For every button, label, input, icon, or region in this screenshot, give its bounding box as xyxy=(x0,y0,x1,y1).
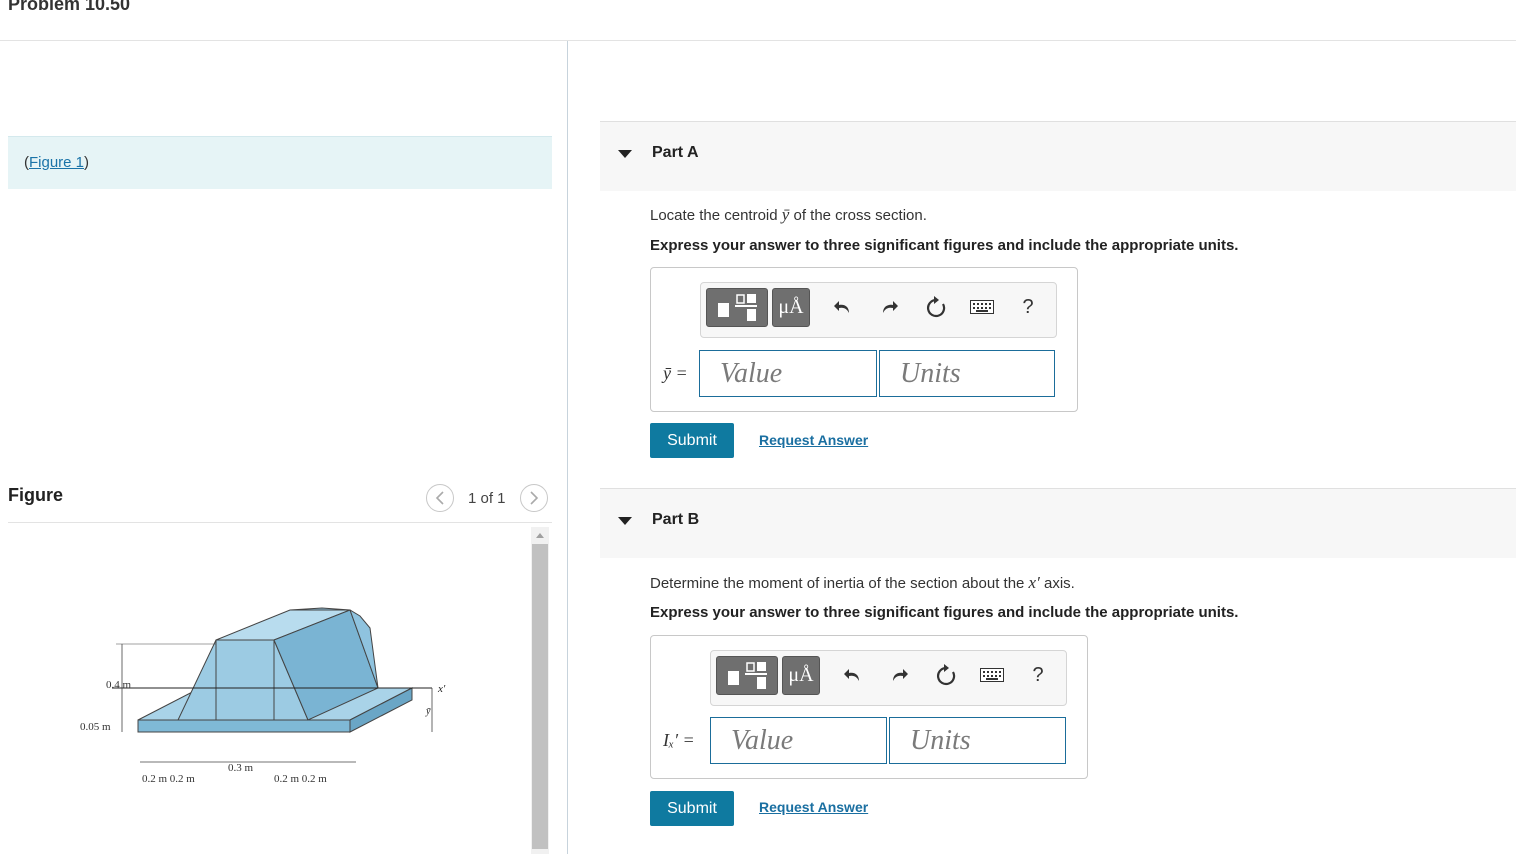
part-b-header[interactable]: Part B xyxy=(600,488,1516,558)
ybar-variable-label: ȳ = xyxy=(663,363,688,383)
next-figure-button[interactable] xyxy=(520,484,548,512)
mid-dim-label: 0.3 m xyxy=(228,762,254,774)
keyboard-icon[interactable] xyxy=(980,663,1004,687)
previous-figure-button[interactable] xyxy=(426,484,454,512)
scroll-up-arrow-icon[interactable] xyxy=(531,527,549,543)
figure-1-link[interactable]: Figure 1 xyxy=(29,154,84,171)
fraction-template-icon xyxy=(728,661,767,689)
part-b-question: Determine the moment of inertia of the s… xyxy=(650,573,1075,592)
ix-variable-label: Iₓ′ = xyxy=(663,730,695,750)
left-dims-label: 0.2 m 0.2 m xyxy=(142,773,195,785)
part-b-instruction: Express your answer to three significant… xyxy=(650,604,1239,621)
part-a-question: Locate the centroid ȳ of the cross secti… xyxy=(650,205,927,224)
part-a-units-input[interactable] xyxy=(879,350,1055,397)
part-b-answer-box: μÅ ? Iₓ′ = xyxy=(650,635,1088,779)
part-a-request-answer-link[interactable]: Request Answer xyxy=(759,432,868,448)
scrollbar-thumb[interactable] xyxy=(532,544,548,849)
cross-section-figure: x′ ȳ 0.4 m 0.05 m 0.2 m 0.2 m 0.3 m 0.2 … xyxy=(80,607,446,785)
column-divider xyxy=(567,41,568,854)
redo-icon[interactable] xyxy=(887,663,911,687)
part-b-submit-button[interactable]: Submit xyxy=(650,791,734,826)
height-label: 0.4 m xyxy=(106,679,132,691)
chevron-right-icon xyxy=(530,491,539,505)
undo-icon[interactable] xyxy=(841,663,865,687)
part-b-units-input[interactable] xyxy=(889,717,1066,764)
chevron-left-icon xyxy=(435,491,444,505)
figure-link-text: (Figure 1) xyxy=(24,154,90,171)
part-a-toolbar: μÅ ? xyxy=(700,282,1057,338)
top-divider xyxy=(0,40,1516,41)
problem-title: Problem 10.50 xyxy=(8,0,131,14)
keyboard-icon[interactable] xyxy=(970,295,994,319)
figure-heading: Figure xyxy=(8,485,64,505)
collapse-triangle-icon[interactable] xyxy=(618,517,632,525)
thickness-label: 0.05 m xyxy=(80,721,111,733)
right-dims-label: 0.2 m 0.2 m xyxy=(274,773,327,785)
part-a-header[interactable]: Part A xyxy=(600,121,1516,191)
part-b-toolbar: μÅ ? xyxy=(710,650,1067,706)
part-a-instruction: Express your answer to three significant… xyxy=(650,237,1239,254)
collapse-triangle-icon[interactable] xyxy=(618,150,632,158)
units-symbol-button[interactable]: μÅ xyxy=(782,656,820,695)
template-button[interactable] xyxy=(706,288,768,327)
figure-pager: 1 of 1 xyxy=(468,490,506,507)
help-icon[interactable]: ? xyxy=(1016,295,1040,319)
part-a-submit-button[interactable]: Submit xyxy=(650,423,734,458)
template-button[interactable] xyxy=(716,656,778,695)
units-symbol-button[interactable]: μÅ xyxy=(772,288,810,327)
figure-link-banner: (Figure 1) xyxy=(8,136,552,189)
part-b-title: Part B xyxy=(652,511,700,528)
help-icon[interactable]: ? xyxy=(1026,663,1050,687)
redo-icon[interactable] xyxy=(877,295,901,319)
ybar-label: ȳ xyxy=(425,706,431,717)
part-a-answer-box: μÅ ? ȳ = xyxy=(650,267,1078,412)
reset-icon[interactable] xyxy=(934,663,958,687)
fraction-template-icon xyxy=(718,293,757,321)
figure-divider xyxy=(8,522,552,523)
part-b-request-answer-link[interactable]: Request Answer xyxy=(759,799,868,815)
reset-icon[interactable] xyxy=(924,295,948,319)
part-a-title: Part A xyxy=(652,144,699,161)
undo-icon[interactable] xyxy=(831,295,855,319)
xprime-label: x′ xyxy=(437,683,446,695)
part-a-value-input[interactable] xyxy=(699,350,877,397)
part-b-value-input[interactable] xyxy=(710,717,887,764)
